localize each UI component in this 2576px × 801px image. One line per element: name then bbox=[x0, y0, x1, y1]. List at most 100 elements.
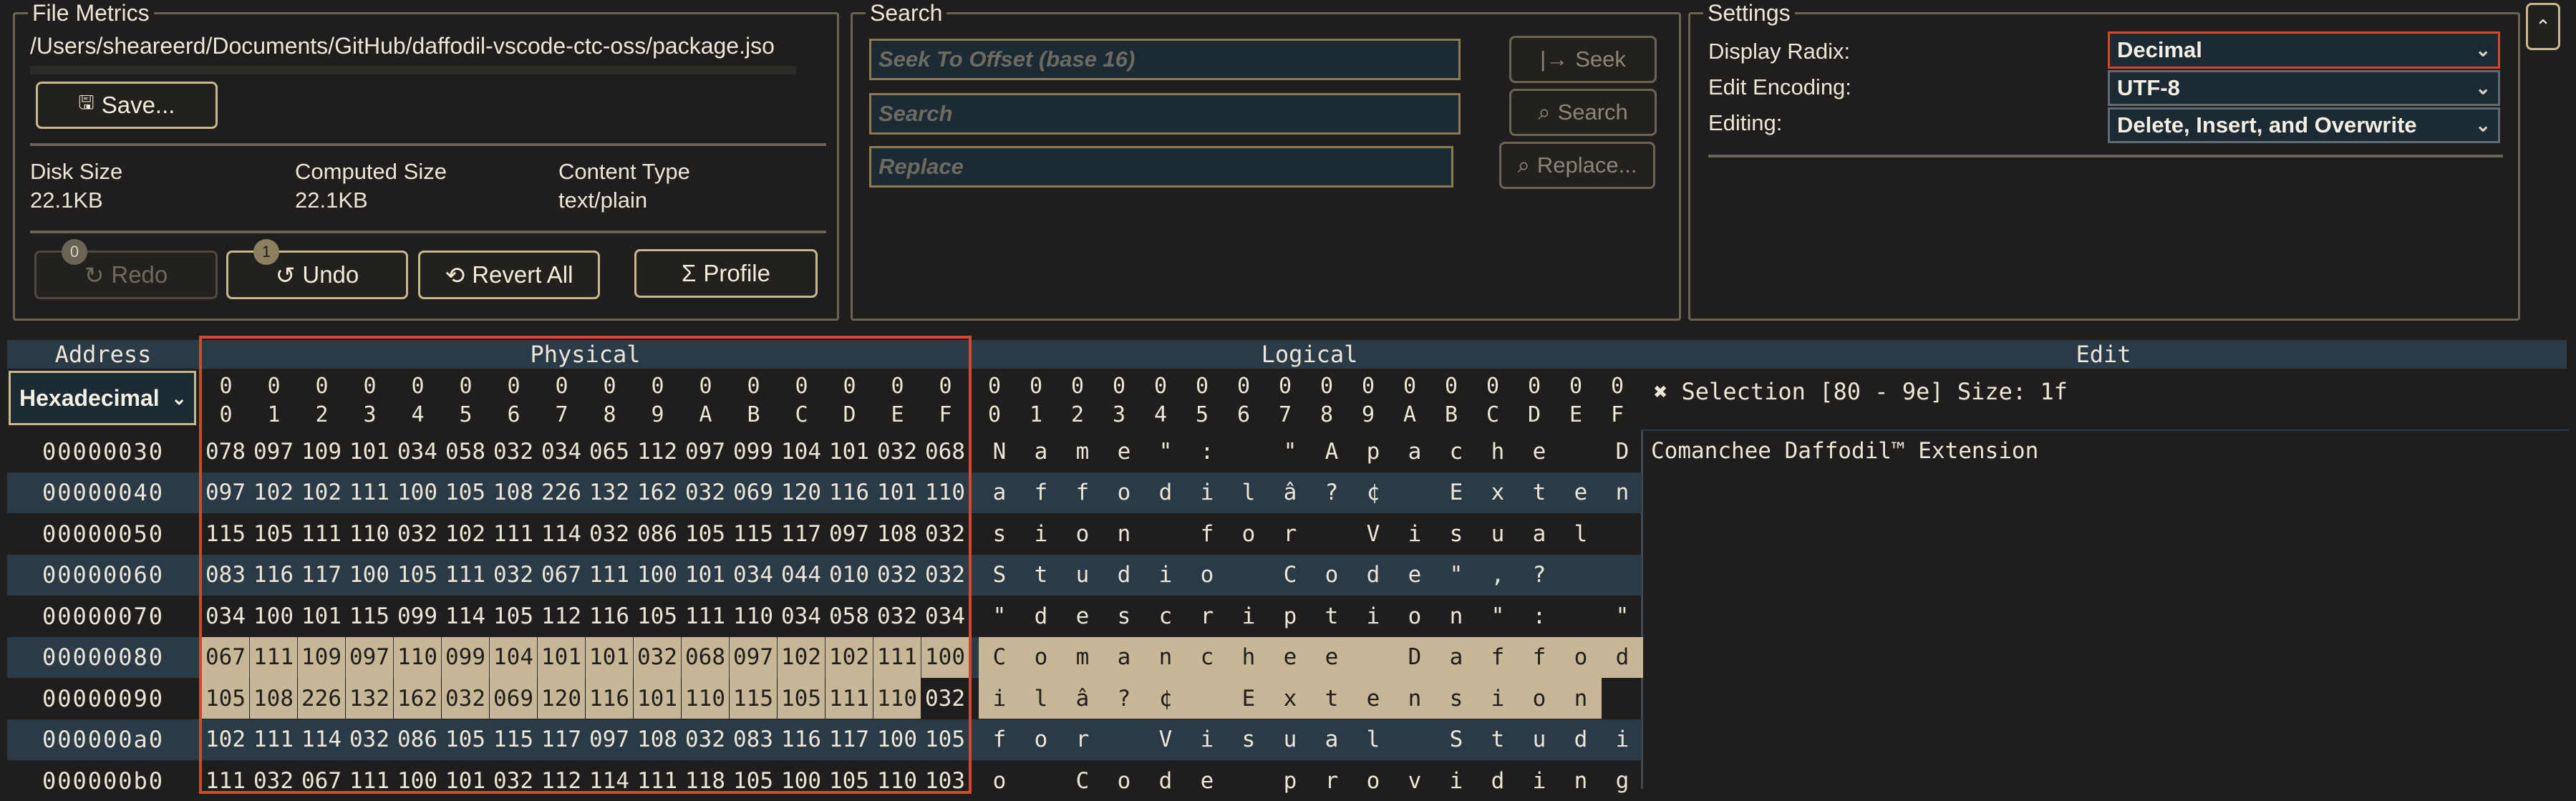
logical-char-cell[interactable]: n bbox=[1602, 472, 1643, 513]
logical-char-cell[interactable]: e bbox=[1311, 636, 1352, 678]
logical-char-cell[interactable] bbox=[1560, 596, 1602, 636]
logical-char-cell[interactable]: V bbox=[1145, 719, 1186, 760]
logical-char-cell[interactable]: e bbox=[1560, 472, 1602, 513]
logical-char-cell[interactable]: o bbox=[1228, 513, 1269, 554]
logical-char-cell[interactable] bbox=[1560, 555, 1602, 596]
logical-char-cell[interactable]: l bbox=[1020, 678, 1062, 719]
logical-char-cell[interactable]: d bbox=[1103, 555, 1145, 596]
logical-char-cell[interactable]: A bbox=[1311, 431, 1352, 472]
logical-char-cell[interactable]: l bbox=[1352, 719, 1394, 760]
logical-char-cell[interactable]: u bbox=[1269, 719, 1311, 760]
logical-char-cell[interactable]: ? bbox=[1311, 472, 1352, 513]
logical-char-cell[interactable]: p bbox=[1269, 596, 1311, 636]
logical-char-cell[interactable]: m bbox=[1062, 431, 1103, 472]
logical-char-cell[interactable]: t bbox=[1477, 719, 1519, 760]
logical-char-cell[interactable] bbox=[1602, 555, 1643, 596]
logical-char-cell[interactable]: t bbox=[1519, 472, 1560, 513]
logical-char-cell[interactable]: i bbox=[1435, 760, 1477, 801]
logical-char-cell[interactable]: i bbox=[1186, 472, 1228, 513]
logical-char-cell[interactable]: t bbox=[1311, 596, 1352, 636]
logical-char-cell[interactable]: t bbox=[1311, 678, 1352, 719]
logical-char-cell[interactable]: a bbox=[1020, 431, 1062, 472]
logical-char-cell[interactable] bbox=[1352, 636, 1394, 678]
display-radix-select[interactable]: Decimal ⌄ bbox=[2108, 31, 2500, 69]
logical-char-cell[interactable]: o bbox=[1560, 636, 1602, 678]
logical-char-cell[interactable]: E bbox=[1228, 678, 1269, 719]
logical-char-cell[interactable]: u bbox=[1062, 555, 1103, 596]
logical-char-cell[interactable]: C bbox=[979, 636, 1020, 678]
logical-char-cell[interactable]: i bbox=[1477, 678, 1519, 719]
logical-char-cell[interactable]: o bbox=[1311, 555, 1352, 596]
logical-char-cell[interactable]: n bbox=[1103, 513, 1145, 554]
logical-char-cell[interactable] bbox=[1602, 678, 1643, 719]
logical-char-cell[interactable]: i bbox=[1519, 760, 1560, 801]
logical-char-cell[interactable]: i bbox=[979, 678, 1020, 719]
logical-char-cell[interactable]: o bbox=[1020, 719, 1062, 760]
logical-char-cell[interactable]: e bbox=[1519, 431, 1560, 472]
logical-char-cell[interactable] bbox=[1228, 760, 1269, 801]
logical-char-cell[interactable]: c bbox=[1145, 596, 1186, 636]
search-input[interactable]: Search bbox=[869, 93, 1461, 135]
logical-char-cell[interactable]: " bbox=[1145, 431, 1186, 472]
logical-char-cell[interactable]: l bbox=[1560, 513, 1602, 554]
logical-char-cell[interactable]: d bbox=[1145, 760, 1186, 801]
logical-char-cell[interactable]: a bbox=[1435, 636, 1477, 678]
logical-char-cell[interactable]: n bbox=[1145, 636, 1186, 678]
logical-char-cell[interactable] bbox=[1602, 513, 1643, 554]
logical-char-cell[interactable]: h bbox=[1477, 431, 1519, 472]
logical-char-cell[interactable]: o bbox=[1062, 513, 1103, 554]
logical-char-cell[interactable] bbox=[1103, 719, 1145, 760]
logical-char-cell[interactable]: s bbox=[979, 513, 1020, 554]
logical-char-cell[interactable]: " bbox=[979, 596, 1020, 636]
logical-char-cell[interactable]: i bbox=[1602, 719, 1643, 760]
logical-char-cell[interactable]: s bbox=[1435, 513, 1477, 554]
logical-char-cell[interactable]: : bbox=[1519, 596, 1560, 636]
logical-char-cell[interactable]: s bbox=[1435, 678, 1477, 719]
logical-char-cell[interactable]: C bbox=[1269, 555, 1311, 596]
logical-char-cell[interactable]: e bbox=[1394, 555, 1435, 596]
logical-char-cell[interactable]: f bbox=[1062, 472, 1103, 513]
logical-char-cell[interactable]: o bbox=[1352, 760, 1394, 801]
logical-char-cell[interactable]: D bbox=[1394, 636, 1435, 678]
logical-char-cell[interactable]: D bbox=[1602, 431, 1643, 472]
logical-char-cell[interactable]: i bbox=[1352, 596, 1394, 636]
logical-char-cell[interactable]: S bbox=[1435, 719, 1477, 760]
logical-char-cell[interactable]: E bbox=[1435, 472, 1477, 513]
logical-char-cell[interactable] bbox=[1228, 431, 1269, 472]
logical-char-cell[interactable]: n bbox=[1560, 760, 1602, 801]
logical-char-cell[interactable]: i bbox=[1394, 513, 1435, 554]
logical-char-cell[interactable]: d bbox=[1020, 596, 1062, 636]
logical-char-cell[interactable] bbox=[1020, 760, 1062, 801]
file-path-scrollbar[interactable] bbox=[30, 66, 796, 74]
logical-char-cell[interactable]: e bbox=[1062, 596, 1103, 636]
logical-char-cell[interactable]: p bbox=[1352, 431, 1394, 472]
profile-button[interactable]: Σ Profile bbox=[634, 249, 818, 298]
logical-char-cell[interactable]: f bbox=[1186, 513, 1228, 554]
logical-char-cell[interactable]: c bbox=[1186, 636, 1228, 678]
logical-char-cell[interactable]: a bbox=[1394, 431, 1435, 472]
logical-char-cell[interactable]: d bbox=[1602, 636, 1643, 678]
logical-char-cell[interactable]: â bbox=[1269, 472, 1311, 513]
logical-char-cell[interactable]: m bbox=[1062, 636, 1103, 678]
logical-char-cell[interactable]: x bbox=[1477, 472, 1519, 513]
logical-char-cell[interactable]: a bbox=[1519, 513, 1560, 554]
logical-char-cell[interactable]: " bbox=[1435, 555, 1477, 596]
logical-char-cell[interactable]: " bbox=[1269, 431, 1311, 472]
logical-char-cell[interactable]: c bbox=[1435, 431, 1477, 472]
editing-select[interactable]: Delete, Insert, and Overwrite ⌄ bbox=[2108, 107, 2500, 143]
logical-char-cell[interactable]: d bbox=[1145, 472, 1186, 513]
logical-char-cell[interactable]: o bbox=[1103, 472, 1145, 513]
logical-char-cell[interactable] bbox=[1145, 513, 1186, 554]
logical-char-cell[interactable]: ? bbox=[1519, 555, 1560, 596]
logical-char-cell[interactable]: o bbox=[979, 760, 1020, 801]
logical-char-cell[interactable]: , bbox=[1477, 555, 1519, 596]
seek-button[interactable]: |→ Seek bbox=[1509, 36, 1657, 83]
logical-char-cell[interactable]: a bbox=[979, 472, 1020, 513]
logical-char-cell[interactable]: o bbox=[1394, 596, 1435, 636]
logical-char-cell[interactable]: â bbox=[1062, 678, 1103, 719]
logical-char-cell[interactable]: f bbox=[1477, 636, 1519, 678]
logical-char-cell[interactable]: f bbox=[1519, 636, 1560, 678]
revert-all-button[interactable]: ⟲ Revert All bbox=[418, 251, 600, 299]
logical-char-cell[interactable]: i bbox=[1228, 596, 1269, 636]
logical-char-cell[interactable]: d bbox=[1352, 555, 1394, 596]
